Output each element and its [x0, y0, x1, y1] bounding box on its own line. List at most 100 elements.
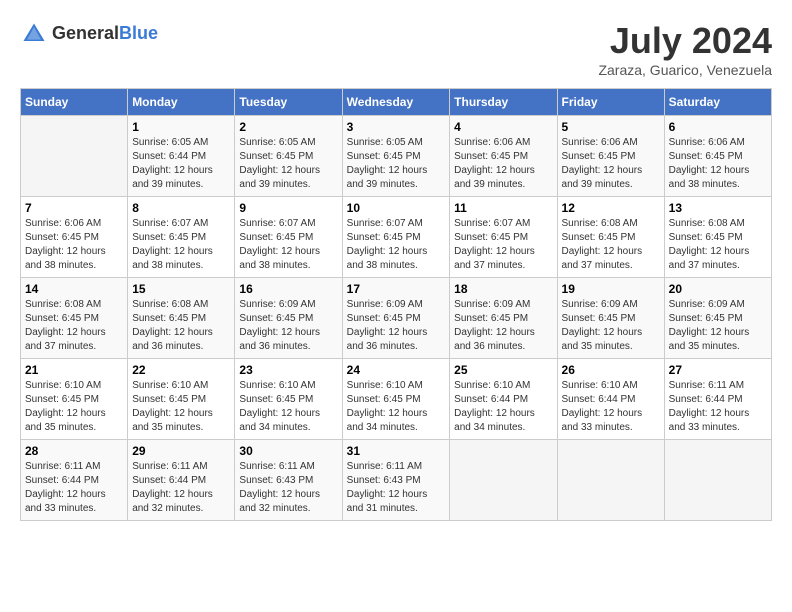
day-number: 31	[347, 444, 446, 458]
calendar-day-cell: 27Sunrise: 6:11 AMSunset: 6:44 PMDayligh…	[664, 359, 771, 440]
calendar-day-cell: 16 Sunrise: 6:09 AMSunset: 6:45 PMDayligh…	[235, 278, 342, 359]
day-number: 12	[562, 201, 660, 215]
calendar-day-cell: 4Sunrise: 6:06 AMSunset: 6:45 PMDaylight…	[450, 116, 557, 197]
day-info: Sunrise: 6:07 AMSunset: 6:45 PMDaylight:…	[132, 217, 230, 273]
day-number: 26	[562, 363, 660, 377]
day-info: Sunrise: 6:09 AMSunset: 6:45 PMDaylight:…	[669, 298, 767, 354]
calendar-day-cell: 17 Sunrise: 6:09 AMSunset: 6:45 PMDayligh…	[342, 278, 450, 359]
calendar-day-cell: 24 Sunrise: 6:10 AMSunset: 6:45 PMDayligh…	[342, 359, 450, 440]
calendar-day-cell: 25 Sunrise: 6:10 AMSunset: 6:44 PMDayligh…	[450, 359, 557, 440]
calendar-week-row: 1 Sunrise: 6:05 AMSunset: 6:44 PMDaylight…	[21, 116, 772, 197]
calendar-day-cell: 31 Sunrise: 6:11 AMSunset: 6:43 PMDayligh…	[342, 440, 450, 521]
day-info: Sunrise: 6:07 AMSunset: 6:45 PMDaylight:…	[239, 217, 337, 273]
day-number: 25	[454, 363, 552, 377]
day-number: 19	[562, 282, 660, 296]
day-number: 17	[347, 282, 446, 296]
day-info: Sunrise: 6:08 AMSunset: 6:45 PMDaylight:…	[132, 298, 230, 354]
day-number: 3	[347, 120, 446, 134]
day-number: 29	[132, 444, 230, 458]
calendar-day-cell: 1 Sunrise: 6:05 AMSunset: 6:44 PMDaylight…	[128, 116, 235, 197]
calendar-day-cell: 2 Sunrise: 6:05 AMSunset: 6:45 PMDaylight…	[235, 116, 342, 197]
day-of-week-header: Thursday	[450, 89, 557, 116]
calendar-day-cell: 29 Sunrise: 6:11 AMSunset: 6:44 PMDayligh…	[128, 440, 235, 521]
day-number: 1	[132, 120, 230, 134]
day-number: 28	[25, 444, 123, 458]
day-of-week-header: Sunday	[21, 89, 128, 116]
day-info: Sunrise: 6:11 AMSunset: 6:43 PMDaylight:…	[239, 460, 337, 516]
day-info: Sunrise: 6:07 AMSunset: 6:45 PMDaylight:…	[454, 217, 552, 273]
day-number: 7	[25, 201, 123, 215]
calendar-day-cell: 26 Sunrise: 6:10 AMSunset: 6:44 PMDayligh…	[557, 359, 664, 440]
day-info: Sunrise: 6:11 AMSunset: 6:44 PMDaylight:…	[25, 460, 123, 516]
day-number: 24	[347, 363, 446, 377]
calendar-day-cell: 8 Sunrise: 6:07 AMSunset: 6:45 PMDaylight…	[128, 197, 235, 278]
day-info: Sunrise: 6:06 AMSunset: 6:45 PMDaylight:…	[25, 217, 123, 273]
calendar-day-cell: 15 Sunrise: 6:08 AMSunset: 6:45 PMDayligh…	[128, 278, 235, 359]
calendar-day-cell: 19 Sunrise: 6:09 AMSunset: 6:45 PMDayligh…	[557, 278, 664, 359]
calendar-day-cell	[557, 440, 664, 521]
month-title: July 2024	[598, 20, 772, 62]
calendar-header-row: SundayMondayTuesdayWednesdayThursdayFrid…	[21, 89, 772, 116]
day-of-week-header: Saturday	[664, 89, 771, 116]
calendar-day-cell: 11 Sunrise: 6:07 AMSunset: 6:45 PMDayligh…	[450, 197, 557, 278]
calendar-day-cell: 22Sunrise: 6:10 AMSunset: 6:45 PMDayligh…	[128, 359, 235, 440]
title-area: July 2024 Zaraza, Guarico, Venezuela	[598, 20, 772, 78]
calendar-week-row: 14 Sunrise: 6:08 AMSunset: 6:45 PMDayligh…	[21, 278, 772, 359]
day-info: Sunrise: 6:10 AMSunset: 6:44 PMDaylight:…	[562, 379, 660, 435]
calendar-table: SundayMondayTuesdayWednesdayThursdayFrid…	[20, 88, 772, 521]
calendar-day-cell: 13 Sunrise: 6:08 AMSunset: 6:45 PMDayligh…	[664, 197, 771, 278]
calendar-day-cell: 21Sunrise: 6:10 AMSunset: 6:45 PMDayligh…	[21, 359, 128, 440]
page-header: GeneralBlue July 2024 Zaraza, Guarico, V…	[20, 20, 772, 78]
calendar-week-row: 21 Sunrise: 6:10 AMSunset: 6:45 PMDayligh…	[21, 359, 772, 440]
logo-icon	[20, 20, 48, 48]
day-number: 2	[239, 120, 337, 134]
calendar-day-cell: 12 Sunrise: 6:08 AMSunset: 6:45 PMDayligh…	[557, 197, 664, 278]
day-number: 18	[454, 282, 552, 296]
day-info: Sunrise: 6:06 AMSunset: 6:45 PMDaylight:…	[669, 136, 767, 192]
day-of-week-header: Friday	[557, 89, 664, 116]
logo-general: GeneralBlue	[52, 23, 158, 45]
day-of-week-header: Monday	[128, 89, 235, 116]
day-number: 11	[454, 201, 552, 215]
day-info: Sunrise: 6:10 AMSunset: 6:45 PMDaylight:…	[132, 379, 230, 435]
calendar-day-cell: 28 Sunrise: 6:11 AMSunset: 6:44 PMDayligh…	[21, 440, 128, 521]
calendar-day-cell: 20 Sunrise: 6:09 AMSunset: 6:45 PMDayligh…	[664, 278, 771, 359]
day-number: 30	[239, 444, 337, 458]
day-number: 9	[239, 201, 337, 215]
day-info: Sunrise: 6:06 AMSunset: 6:45 PMDaylight:…	[562, 136, 660, 192]
day-info: Sunrise: 6:11 AMSunset: 6:43 PMDaylight:…	[347, 460, 446, 516]
logo: GeneralBlue	[20, 20, 158, 48]
day-info: Sunrise: 6:09 AMSunset: 6:45 PMDaylight:…	[454, 298, 552, 354]
calendar-day-cell: 6Sunrise: 6:06 AMSunset: 6:45 PMDaylight…	[664, 116, 771, 197]
day-info: Sunrise: 6:08 AMSunset: 6:45 PMDaylight:…	[669, 217, 767, 273]
day-info: Sunrise: 6:08 AMSunset: 6:45 PMDaylight:…	[562, 217, 660, 273]
day-info: Sunrise: 6:09 AMSunset: 6:45 PMDaylight:…	[239, 298, 337, 354]
day-number: 8	[132, 201, 230, 215]
day-info: Sunrise: 6:09 AMSunset: 6:45 PMDaylight:…	[347, 298, 446, 354]
day-number: 20	[669, 282, 767, 296]
calendar-day-cell	[664, 440, 771, 521]
day-info: Sunrise: 6:09 AMSunset: 6:45 PMDaylight:…	[562, 298, 660, 354]
day-info: Sunrise: 6:05 AMSunset: 6:45 PMDaylight:…	[239, 136, 337, 192]
day-number: 14	[25, 282, 123, 296]
day-info: Sunrise: 6:10 AMSunset: 6:45 PMDaylight:…	[347, 379, 446, 435]
day-number: 15	[132, 282, 230, 296]
calendar-week-row: 28 Sunrise: 6:11 AMSunset: 6:44 PMDayligh…	[21, 440, 772, 521]
day-info: Sunrise: 6:08 AMSunset: 6:45 PMDaylight:…	[25, 298, 123, 354]
day-number: 13	[669, 201, 767, 215]
day-info: Sunrise: 6:07 AMSunset: 6:45 PMDaylight:…	[347, 217, 446, 273]
calendar-day-cell	[450, 440, 557, 521]
calendar-day-cell: 30 Sunrise: 6:11 AMSunset: 6:43 PMDayligh…	[235, 440, 342, 521]
calendar-day-cell: 10Sunrise: 6:07 AMSunset: 6:45 PMDayligh…	[342, 197, 450, 278]
day-info: Sunrise: 6:11 AMSunset: 6:44 PMDaylight:…	[132, 460, 230, 516]
day-info: Sunrise: 6:10 AMSunset: 6:44 PMDaylight:…	[454, 379, 552, 435]
day-of-week-header: Tuesday	[235, 89, 342, 116]
day-info: Sunrise: 6:05 AMSunset: 6:44 PMDaylight:…	[132, 136, 230, 192]
day-number: 16	[239, 282, 337, 296]
day-number: 21	[25, 363, 123, 377]
day-of-week-header: Wednesday	[342, 89, 450, 116]
day-number: 5	[562, 120, 660, 134]
calendar-day-cell: 9 Sunrise: 6:07 AMSunset: 6:45 PMDaylight…	[235, 197, 342, 278]
calendar-day-cell: 23Sunrise: 6:10 AMSunset: 6:45 PMDayligh…	[235, 359, 342, 440]
day-info: Sunrise: 6:11 AMSunset: 6:44 PMDaylight:…	[669, 379, 767, 435]
